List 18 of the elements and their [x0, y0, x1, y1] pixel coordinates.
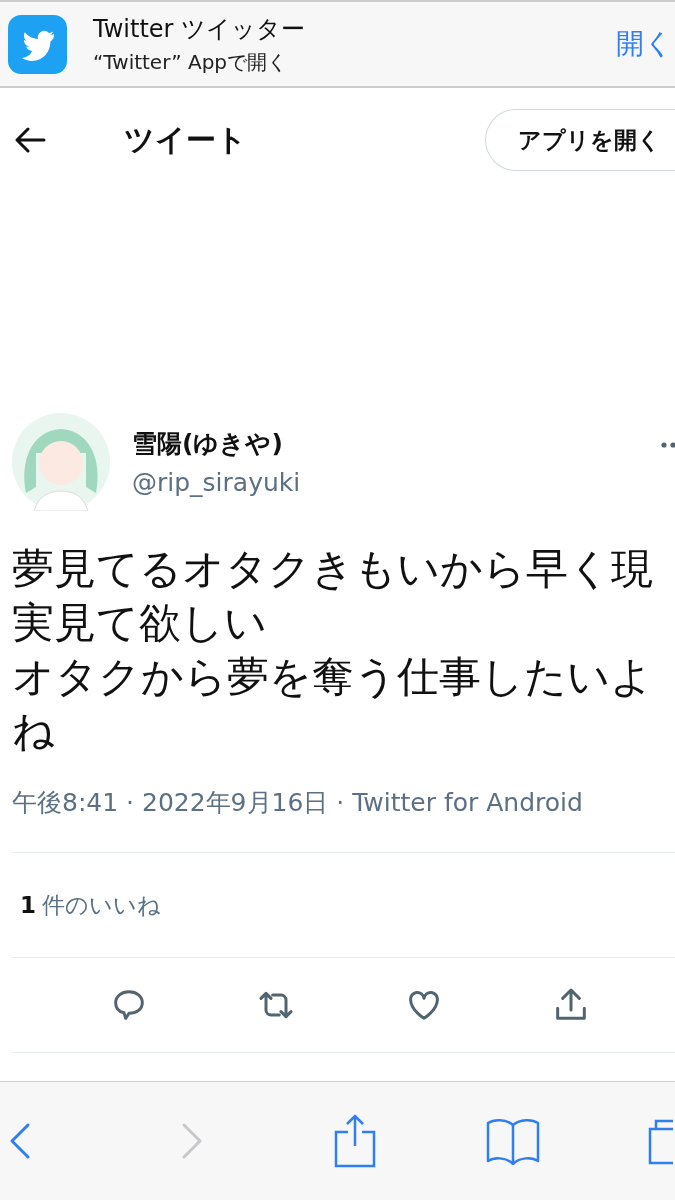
- tabs-icon[interactable]: [648, 1117, 673, 1165]
- like-label: 件のいいね: [42, 890, 161, 920]
- open-app-button[interactable]: アプリを開く: [485, 109, 675, 171]
- more-icon[interactable]: [661, 442, 675, 448]
- open-link[interactable]: 開く: [616, 25, 675, 63]
- tweet-text: 夢見てるオタクきもいから早く現実見て欲しい: [12, 543, 654, 649]
- tweet-timestamp: 午後8:41 · 2022年9月16日 · Twitter for Android: [11, 787, 584, 819]
- like-count: 1: [20, 892, 36, 918]
- page-title: ツイート: [124, 120, 248, 159]
- author-name: 雪陽(ゆきや): [132, 428, 284, 460]
- author-handle: @rip_sirayuki: [132, 468, 302, 497]
- bookmarks-icon[interactable]: [486, 1117, 540, 1165]
- back-arrow-icon[interactable]: [14, 126, 46, 154]
- tweet-text: オタクから夢を奪う仕事したいよね: [12, 651, 654, 757]
- app-name: Twitter ツイッター: [93, 13, 307, 45]
- share-icon[interactable]: [334, 1114, 376, 1168]
- bird-logo-icon: [8, 14, 67, 74]
- app-subtitle: “Twitter” Appで開く: [93, 48, 289, 76]
